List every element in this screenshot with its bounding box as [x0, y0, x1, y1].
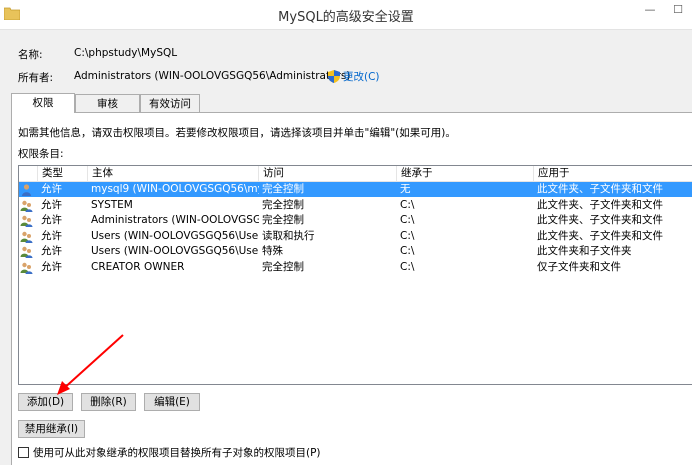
change-owner-link[interactable]: 更改(C): [328, 69, 380, 84]
group-icon: [20, 262, 33, 274]
change-link-label[interactable]: 更改(C): [343, 69, 380, 84]
cell-inherited-from: 无: [400, 183, 411, 195]
group-icon: [20, 246, 33, 258]
cell-inherited-from: C:\: [400, 198, 415, 211]
add-button[interactable]: 添加(D): [18, 393, 73, 411]
table-row[interactable]: 允许 SYSTEM 完全控制 C:\ 此文件夹、子文件夹和文件: [19, 198, 692, 213]
owner-value: Administrators (WIN-OOLOVGSGQ56\Administ…: [74, 70, 351, 82]
tab-effective-access[interactable]: 有效访问: [140, 94, 200, 112]
disable-inheritance-button[interactable]: 禁用继承(I): [18, 420, 85, 438]
owner-label: 所有者:: [18, 72, 54, 84]
replace-child-permissions-label: 使用可从此对象继承的权限项目替换所有子对象的权限项目(P): [33, 447, 321, 459]
permission-entries-label: 权限条目:: [18, 148, 64, 160]
cell-access: 完全控制: [262, 183, 304, 195]
cell-access: 完全控制: [262, 214, 304, 226]
remove-button[interactable]: 删除(R): [81, 393, 136, 411]
cell-principal: CREATOR OWNER: [91, 260, 185, 273]
cell-principal: SYSTEM: [91, 198, 133, 211]
cell-inherited-from: C:\: [400, 229, 415, 242]
column-header-principal[interactable]: 主体: [88, 166, 259, 182]
cell-principal: Users (WIN-OOLOVGSGQ56\Users): [91, 245, 259, 257]
cell-access: 完全控制: [262, 198, 304, 211]
cell-inherited-from: C:\: [400, 260, 415, 273]
cell-principal: Administrators (WIN-OOLOVGSG...: [91, 214, 259, 226]
group-icon: [20, 215, 33, 227]
cell-access: 读取和执行: [262, 229, 315, 242]
window-title: MySQL的高级安全设置: [278, 10, 414, 25]
cell-type: 允许: [41, 183, 62, 195]
minimize-button[interactable]: —: [636, 0, 664, 19]
cell-type: 允许: [41, 245, 62, 257]
title-bar: MySQL的高级安全设置 — ☐: [0, 0, 692, 30]
tab-auditing[interactable]: 审核: [75, 94, 140, 112]
column-header-icon[interactable]: [19, 166, 38, 182]
column-header-applies-to[interactable]: 应用于: [534, 166, 692, 182]
shield-icon: [328, 70, 340, 83]
replace-child-permissions-checkbox[interactable]: [18, 447, 29, 458]
user-icon: [22, 184, 31, 196]
table-row[interactable]: 允许 mysql9 (WIN-OOLOVGSGQ56\mys...完全控制 无 此文件…: [19, 182, 692, 197]
cell-applies-to: 此文件夹、子文件夹和文件: [537, 214, 663, 226]
cell-principal: mysql9 (WIN-OOLOVGSGQ56\mys...: [91, 183, 259, 195]
cell-applies-to: 此文件夹和子文件夹: [537, 245, 632, 257]
column-header-access[interactable]: 访问: [259, 166, 397, 182]
cell-inherited-from: C:\: [400, 214, 415, 226]
column-header-type[interactable]: 类型: [38, 166, 88, 182]
tab-permissions[interactable]: 权限: [11, 93, 75, 113]
maximize-button[interactable]: ☐: [664, 0, 692, 19]
table-row[interactable]: 允许 Administrators (WIN-OOLOVGSG... 完全控制 C:\…: [19, 213, 692, 228]
column-header-inherited-from[interactable]: 继承于: [397, 166, 534, 182]
cell-inherited-from: C:\: [400, 245, 415, 257]
cell-type: 允许: [41, 198, 62, 211]
permission-entries-list[interactable]: 类型 主体 访问 继承于 应用于 允许 mysql9 (WIN-OOLOVGSGQ…: [18, 165, 692, 385]
cell-applies-to: 此文件夹、子文件夹和文件: [537, 183, 663, 195]
cell-access: 完全控制: [262, 260, 304, 273]
list-header: 类型 主体 访问 继承于 应用于: [19, 166, 692, 182]
name-value: C:\phpstudy\MySQL: [74, 47, 178, 59]
name-label: 名称:: [18, 49, 43, 61]
cell-applies-to: 此文件夹、子文件夹和文件: [537, 198, 663, 211]
cell-type: 允许: [41, 214, 62, 226]
table-row[interactable]: 允许 Users (WIN-OOLOVGSGQ56\Users) 读取和执行 C:\ 此…: [19, 229, 692, 244]
info-text: 如需其他信息，请双击权限项目。若要修改权限项目，请选择该项目并单击"编辑"(如果…: [18, 127, 456, 139]
edit-button[interactable]: 编辑(E): [144, 393, 200, 411]
cell-applies-to: 仅子文件夹和文件: [537, 260, 621, 273]
cell-principal: Users (WIN-OOLOVGSGQ56\Users): [91, 229, 259, 242]
table-row[interactable]: 允许 CREATOR OWNER 完全控制 C:\ 仅子文件夹和文件: [19, 260, 692, 275]
group-icon: [20, 231, 33, 243]
group-icon: [20, 200, 33, 212]
cell-type: 允许: [41, 229, 62, 242]
cell-access: 特殊: [262, 245, 283, 257]
cell-applies-to: 此文件夹、子文件夹和文件: [537, 229, 663, 242]
cell-type: 允许: [41, 260, 62, 273]
table-row[interactable]: 允许 Users (WIN-OOLOVGSGQ56\Users) 特殊 C:\ 此文件夹…: [19, 244, 692, 259]
